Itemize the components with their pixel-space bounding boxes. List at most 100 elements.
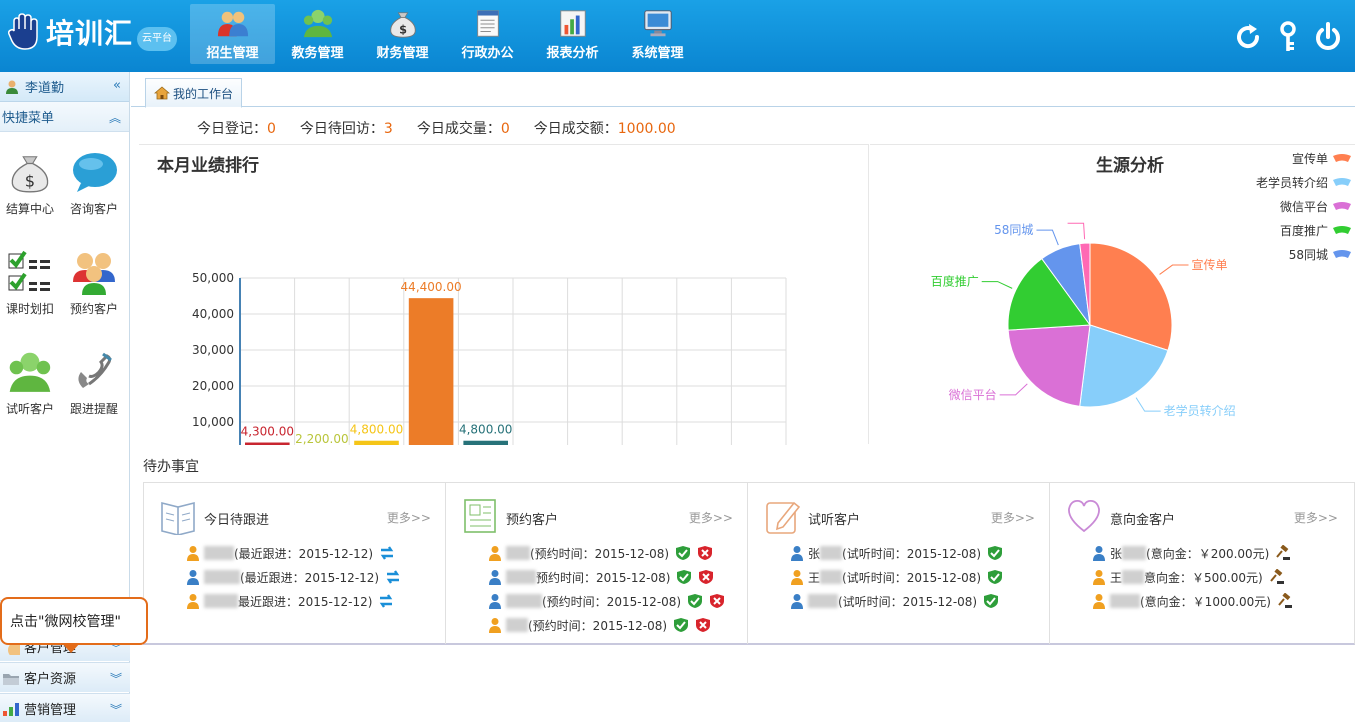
todo-card-title: 今日待跟进 xyxy=(204,513,270,528)
todo-list-item[interactable]: 张 (意向金：￥200.00元) xyxy=(1092,541,1293,565)
today-stats: 今日登记：0 今日待回访：3 今日成交量：0 今日成交额：1000.00 xyxy=(197,118,676,138)
swap-icon[interactable] xyxy=(385,569,401,585)
quick-item-5[interactable]: 试听客户 xyxy=(0,350,60,417)
person-avatar-icon xyxy=(489,546,501,561)
power-icon[interactable] xyxy=(1313,20,1343,54)
todo-list-item[interactable]: (最近跟进：2015-12-12) xyxy=(186,565,401,589)
gavel-icon[interactable] xyxy=(1269,569,1285,585)
quick-item-4[interactable]: 预约客户 xyxy=(64,250,124,317)
name-prefix: 王 xyxy=(1110,570,1123,585)
menu-section-3[interactable]: 客户资源 ︾ xyxy=(0,662,130,692)
group-icon xyxy=(303,9,332,38)
todo-item-text: (最近跟进：2015-12-12) xyxy=(234,546,374,561)
chart-icon xyxy=(3,702,19,716)
todo-list-item[interactable]: (试听时间：2015-12-08) xyxy=(790,589,1003,613)
refresh-icon[interactable] xyxy=(1233,20,1263,54)
legend-swatch xyxy=(1333,202,1351,210)
todo-item-text: (预约时间：2015-12-08) xyxy=(542,594,682,609)
tab-workbench[interactable]: 我的工作台 xyxy=(145,78,243,108)
more-link[interactable]: 更多>> xyxy=(991,509,1035,526)
confirm-shield-icon[interactable] xyxy=(983,593,999,609)
nav-report[interactable]: 报表分析 xyxy=(530,4,615,64)
stat-value: 0 xyxy=(267,121,276,137)
confirm-shield-icon[interactable] xyxy=(675,545,691,561)
key-icon[interactable] xyxy=(1273,20,1303,54)
nav-money-bag[interactable]: $ 财务管理 xyxy=(360,4,445,64)
todo-card-3: 试听客户 更多>> 张 (试听时间：2015-12-08) 王 (试听时间：2015-12… xyxy=(748,483,1050,644)
more-link[interactable]: 更多>> xyxy=(689,509,733,526)
performance-chart: 本月业绩排行 010,00020,00030,00040,00050,0004,… xyxy=(139,144,869,445)
quick-item-label: 试听客户 xyxy=(5,402,54,416)
confirm-shield-icon[interactable] xyxy=(673,617,689,633)
cancel-shield-icon[interactable] xyxy=(697,545,713,561)
quick-item-label: 跟进提醒 xyxy=(69,402,118,416)
folder-icon xyxy=(3,673,19,685)
todo-list-item[interactable]: 王 意向金：￥500.00元) xyxy=(1092,565,1293,589)
todo-list-item[interactable]: 王 (试听时间：2015-12-08) xyxy=(790,565,1003,589)
todo-list: (预约时间：2015-12-08) 预约时间：2015-12-08) (预约时间：2… xyxy=(488,541,725,637)
quick-item-3[interactable]: 课时划扣 xyxy=(0,250,60,317)
person-avatar-icon xyxy=(489,618,501,633)
todo-list-item[interactable]: 最近跟进：2015-12-12) xyxy=(186,589,401,613)
legend-label: 百度推广 xyxy=(1280,223,1328,238)
redacted-name xyxy=(1122,546,1147,560)
quick-item-6[interactable]: 跟进提醒 xyxy=(64,350,124,417)
heart-icon xyxy=(1068,500,1100,533)
confirm-shield-icon[interactable] xyxy=(987,545,1003,561)
collapse-sidebar-button[interactable]: « xyxy=(113,78,121,93)
confirm-shield-icon[interactable] xyxy=(676,569,692,585)
more-link[interactable]: 更多>> xyxy=(1294,509,1338,526)
nav-monitor[interactable]: 系统管理 xyxy=(615,4,700,64)
quick-item-label: 预约客户 xyxy=(69,302,118,316)
more-link[interactable]: 更多>> xyxy=(387,509,431,526)
menu-section-4[interactable]: 营销管理 ︾ xyxy=(0,693,130,722)
bar-value-label: 4,300.00 xyxy=(241,425,294,439)
pie-leader-line xyxy=(1067,222,1086,240)
gavel-icon[interactable] xyxy=(1275,545,1291,561)
todo-item-text: (预约时间：2015-12-08) xyxy=(530,546,670,561)
report-icon xyxy=(559,10,586,37)
pie-slice-label: 百度推广 xyxy=(931,274,979,289)
legend-swatch xyxy=(1333,154,1351,162)
todo-list-item[interactable]: (预约时间：2015-12-08) xyxy=(488,613,725,637)
user-name: 李道勤 xyxy=(25,81,65,96)
sidebar: 李道勤 « 快捷菜单 ︽ $ 结算中心 咨询客户 课时划扣 预约客户 试听客户 跟进提醒 点… xyxy=(0,72,148,722)
cancel-shield-icon[interactable] xyxy=(709,593,725,609)
todo-list: 张 (意向金：￥200.00元) 王 意向金：￥500.00元) (意向金：￥1000.… xyxy=(1092,541,1293,613)
todo-card-2: 预约客户 更多>> (预约时间：2015-12-08) 预约时间：2015-12-08… xyxy=(446,483,748,644)
todo-item-text: 最近跟进：2015-12-12) xyxy=(238,594,373,609)
swap-icon[interactable] xyxy=(379,545,395,561)
gavel-icon[interactable] xyxy=(1277,593,1293,609)
cancel-shield-icon[interactable] xyxy=(698,569,714,585)
todo-list-item[interactable]: 预约时间：2015-12-08) xyxy=(488,565,725,589)
quick-item-2[interactable]: 咨询客户 xyxy=(64,150,124,217)
todo-list-item[interactable]: (意向金：￥1000.00元) xyxy=(1092,589,1293,613)
todo-card-4: 意向金客户 更多>> 张 (意向金：￥200.00元) 王 意向金：￥500.00元) (意… xyxy=(1050,483,1352,644)
confirm-shield-icon[interactable] xyxy=(687,593,703,609)
bar-chart-svg: 010,00020,00030,00040,00050,0004,300.00张… xyxy=(192,271,787,445)
stat-label: 今日成交量： xyxy=(416,121,501,137)
tab-bar: 我的工作台 xyxy=(131,72,1355,108)
nav-document[interactable]: 行政办公 xyxy=(445,4,530,64)
stat-label: 今日成交额： xyxy=(533,121,618,137)
checklist-icon xyxy=(8,250,50,291)
todo-list-item[interactable]: (预约时间：2015-12-08) xyxy=(488,541,725,565)
users-icon xyxy=(217,11,248,37)
chevron-down-icon: ︾ xyxy=(109,672,122,686)
quick-menu-header[interactable]: 快捷菜单 ︽ xyxy=(0,102,129,132)
cancel-shield-icon[interactable] xyxy=(695,617,711,633)
nav-group[interactable]: 教务管理 xyxy=(275,4,360,64)
todo-list-item[interactable]: (最近跟进：2015-12-12) xyxy=(186,541,401,565)
quick-item-1[interactable]: $ 结算中心 xyxy=(0,150,60,217)
todo-list-item[interactable]: (预约时间：2015-12-08) xyxy=(488,589,725,613)
confirm-shield-icon[interactable] xyxy=(987,569,1003,585)
person-avatar-icon xyxy=(187,546,199,561)
money-bag-icon: $ xyxy=(389,12,416,38)
user-icon xyxy=(6,80,18,94)
nav-users[interactable]: 招生管理 xyxy=(190,4,275,64)
pie-leader-line xyxy=(1159,264,1189,275)
todo-list-item[interactable]: 张 (试听时间：2015-12-08) xyxy=(790,541,1003,565)
source-analysis-chart: 生源分析 宣传单 老学员转介绍 微信平台 百度推广 58同城 宣传单 老学员转介绍 微信平台百… xyxy=(870,144,1355,444)
swap-icon[interactable] xyxy=(378,593,394,609)
redacted-name xyxy=(808,594,838,608)
